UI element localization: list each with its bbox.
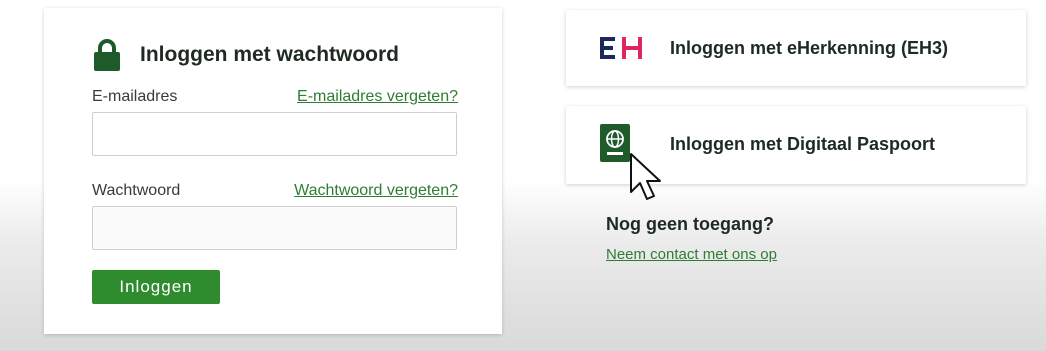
forgot-email-link[interactable]: E-mailadres vergeten?: [297, 88, 458, 106]
lock-icon: [94, 39, 120, 71]
no-access-heading: Nog geen toegang?: [606, 214, 774, 234]
email-input[interactable]: [92, 112, 457, 156]
forgot-password-link[interactable]: Wachtwoord vergeten?: [294, 182, 458, 200]
digitaal-paspoort-login-option[interactable]: Inloggen met Digitaal Paspoort: [566, 106, 1026, 184]
password-input[interactable]: [92, 206, 457, 250]
eherkenning-login-label: Inloggen met eHerkenning (EH3): [670, 38, 949, 58]
password-login-title: Inloggen met wachtwoord: [140, 43, 400, 66]
password-login-heading: Inloggen met wachtwoord: [92, 38, 399, 72]
eherkenning-logo-icon: [600, 37, 642, 59]
passport-icon: [600, 124, 630, 162]
login-button[interactable]: Inloggen: [92, 270, 220, 304]
contact-link[interactable]: Neem contact met ons op: [606, 246, 777, 263]
email-label: E-mailadres: [92, 88, 178, 105]
password-login-card: Inloggen met wachtwoord E-mailadres E-ma…: [44, 8, 502, 334]
eherkenning-login-option[interactable]: Inloggen met eHerkenning (EH3): [566, 10, 1026, 86]
password-label: Wachtwoord: [92, 182, 181, 199]
digitaal-paspoort-login-label: Inloggen met Digitaal Paspoort: [670, 134, 936, 154]
